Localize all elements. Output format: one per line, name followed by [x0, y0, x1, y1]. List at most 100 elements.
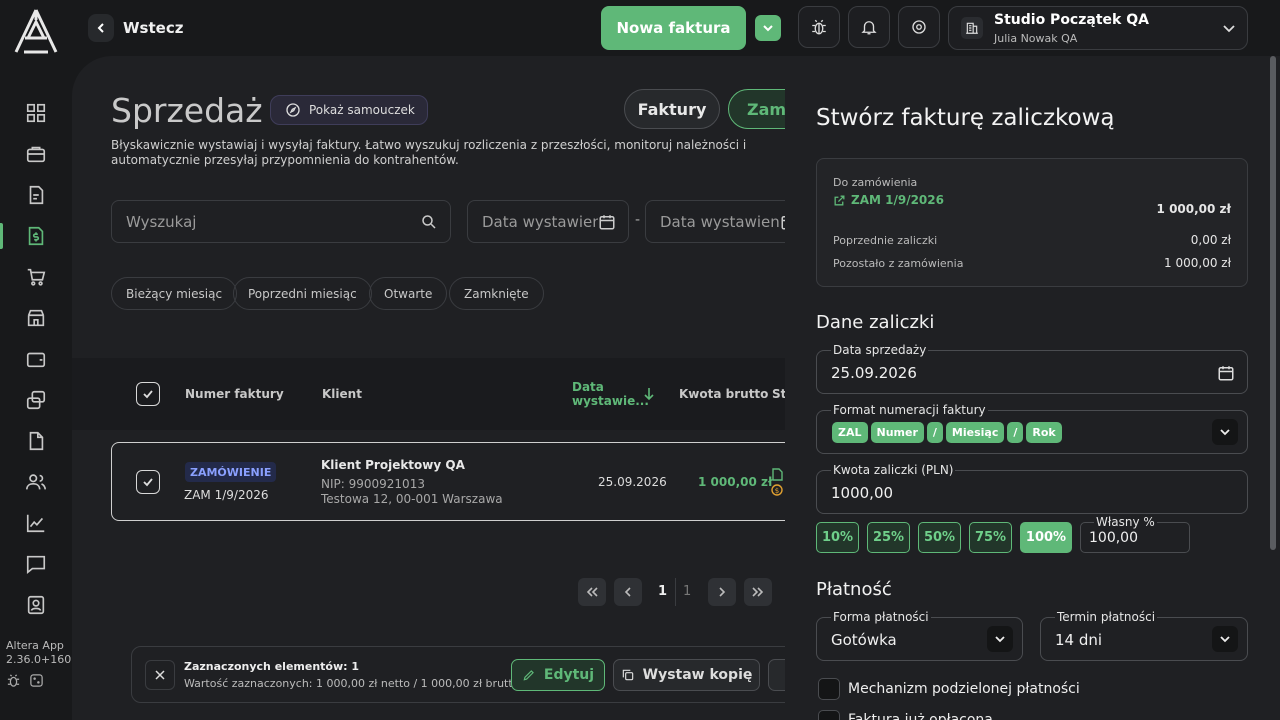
sidebar-item-contacts[interactable] [0, 465, 72, 499]
bug-report-button[interactable] [798, 6, 840, 48]
company-switcher[interactable]: Studio Początek QA Julia Nowak QA [948, 6, 1248, 50]
company-name: Studio Początek QA [994, 12, 1149, 28]
dice-icon[interactable] [29, 673, 44, 688]
transfer-icon [26, 390, 46, 410]
search-placeholder: Wyszukaj [126, 212, 197, 231]
sidebar: Altera App 2.36.0+1602 [0, 0, 78, 720]
bug-icon[interactable] [6, 673, 21, 688]
payment-form-select[interactable]: Forma płatności Gotówka [816, 610, 1023, 661]
filter-chip-current-month[interactable]: Bieżący miesiąc [111, 277, 238, 310]
numbering-token: / [926, 422, 943, 443]
column-invoice-number[interactable]: Numer faktury [185, 387, 284, 401]
order-label: Do zamówienia [833, 176, 918, 189]
sale-date-field[interactable]: Data sprzedaży 25.09.2026 [816, 343, 1248, 394]
date-to-input[interactable]: Data wystawienia [645, 200, 785, 243]
rail-tools [6, 673, 44, 688]
sidebar-item-purchases[interactable] [0, 260, 72, 294]
sidebar-item-transfers[interactable] [0, 383, 72, 417]
sidebar-item-store[interactable] [0, 301, 72, 335]
custom-percent-input[interactable]: Własny % 100,00 [1080, 515, 1190, 553]
last-page-button[interactable] [744, 578, 772, 606]
new-invoice-dropdown-button[interactable] [755, 15, 781, 41]
chevron-left-icon [97, 23, 104, 33]
sale-date-label: Data sprzedaży [831, 343, 929, 357]
numbering-token: / [1007, 422, 1024, 443]
chevron-right-icon [719, 587, 726, 597]
numbering-format-select[interactable]: Format numeracji faktury ZAL Numer / Mie… [816, 403, 1248, 454]
payment-form-dropdown-button[interactable] [987, 626, 1013, 652]
sidebar-item-contact-card[interactable] [0, 588, 72, 622]
panel-scrollbar[interactable] [1270, 56, 1276, 550]
payment-section-title: Płatność [816, 579, 892, 600]
search-icon [422, 215, 436, 229]
percent-50-button[interactable]: 50% [918, 522, 961, 553]
sidebar-item-projects[interactable] [0, 137, 72, 171]
issue-copy-label: Wystaw kopię [642, 667, 753, 683]
next-page-button[interactable] [708, 578, 736, 606]
column-issue-date[interactable]: Data wystawie... [572, 380, 649, 408]
edit-button[interactable]: Edytuj [511, 659, 605, 691]
company-user: Julia Nowak QA [994, 32, 1078, 45]
payment-term-select[interactable]: Termin płatności 14 dni [1040, 610, 1248, 661]
notifications-button[interactable] [848, 6, 890, 48]
payment-term-dropdown-button[interactable] [1212, 626, 1238, 652]
issue-copy-button[interactable]: Wystaw kopię [613, 659, 760, 691]
percent-75-button[interactable]: 75% [969, 522, 1012, 553]
settings-button[interactable] [898, 6, 940, 48]
building-icon [961, 17, 983, 39]
sidebar-item-dashboard[interactable] [0, 96, 72, 130]
order-link-label: ZAM 1/9/2026 [851, 193, 944, 207]
prev-page-button[interactable] [614, 578, 642, 606]
invoice-paid-checkbox[interactable] [818, 710, 840, 720]
cart-icon [27, 268, 46, 286]
first-page-button[interactable] [578, 578, 606, 606]
row-nip: NIP: 9900921013 [321, 477, 425, 491]
page-title: Sprzedaż [111, 91, 263, 130]
column-client[interactable]: Klient [322, 387, 362, 401]
chart-line-icon [26, 514, 45, 533]
split-payment-checkbox[interactable] [818, 678, 840, 700]
remaining-label: Pozostało z zamówienia [833, 257, 964, 270]
sidebar-item-wallet[interactable] [0, 342, 72, 376]
file-icon [29, 431, 44, 451]
advance-amount-input[interactable]: Kwota zaliczki (PLN) 1000,00 [816, 463, 1248, 514]
filter-chip-closed[interactable]: Zamknięte [449, 277, 544, 310]
document-status-icon [772, 468, 783, 481]
back-label[interactable]: Wstecz [123, 19, 183, 37]
search-input[interactable]: Wyszukaj [111, 200, 451, 243]
invoice-dollar-icon [28, 226, 44, 246]
filter-chip-open[interactable]: Otwarte [369, 277, 448, 310]
new-invoice-button[interactable]: Nowa faktura [601, 6, 746, 50]
clear-selection-button[interactable] [145, 660, 175, 690]
order-link[interactable]: ZAM 1/9/2026 [833, 193, 944, 207]
show-tutorial-button[interactable]: Pokaż samouczek [270, 95, 428, 125]
pencil-icon [523, 670, 534, 681]
column-status[interactable]: St [772, 387, 785, 401]
percent-25-button[interactable]: 25% [867, 522, 910, 553]
sidebar-item-reports[interactable] [0, 506, 72, 540]
percent-10-button[interactable]: 10% [816, 522, 859, 553]
sidebar-item-documents[interactable] [0, 178, 72, 212]
date-from-input[interactable]: Data wystawienia [467, 200, 629, 243]
compass-icon [286, 103, 300, 117]
column-gross-amount[interactable]: Kwota brutto [679, 387, 768, 401]
altera-logo[interactable] [12, 8, 60, 54]
sidebar-item-files[interactable] [0, 424, 72, 458]
svg-text:$: $ [775, 487, 779, 495]
percent-100-button[interactable]: 100% [1020, 522, 1072, 553]
sidebar-item-sales[interactable] [0, 219, 72, 253]
tab-orders[interactable]: Zamówienia [728, 89, 785, 129]
order-amount: 1 000,00 zł [1156, 202, 1231, 216]
sidebar-item-messages[interactable] [0, 547, 72, 581]
row-checkbox[interactable] [136, 470, 160, 494]
select-all-checkbox[interactable] [136, 382, 160, 406]
chevron-down-icon [995, 636, 1005, 643]
table-row[interactable]: ZAMÓWIENIE ZAM 1/9/2026 Klient Projektow… [111, 442, 785, 521]
calendar-icon[interactable] [1217, 364, 1235, 382]
numbering-token: ZAL [832, 422, 868, 443]
numbering-dropdown-button[interactable] [1212, 419, 1238, 445]
back-button[interactable] [88, 14, 114, 42]
tab-invoices[interactable]: Faktury [624, 89, 720, 129]
filter-chip-previous-month[interactable]: Poprzedni miesiąc [233, 277, 372, 310]
more-actions-button[interactable] [768, 659, 785, 691]
